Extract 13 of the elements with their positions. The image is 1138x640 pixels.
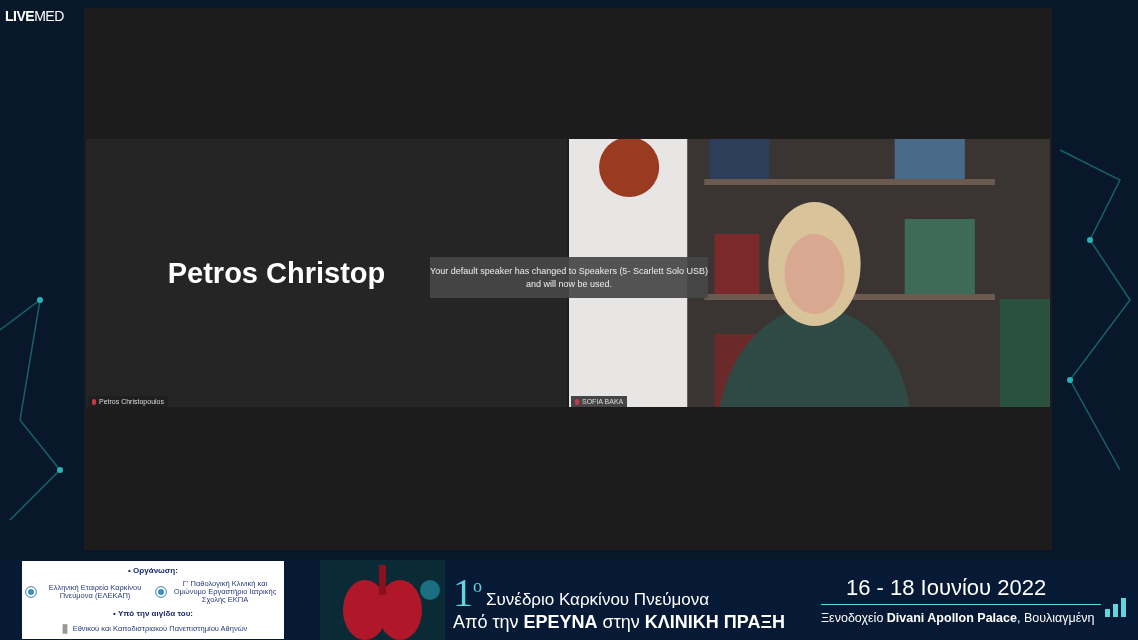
seal-icon <box>25 585 37 598</box>
edition-number: 1$^{ο}$ <box>453 569 482 613</box>
seal-icon <box>155 585 167 598</box>
conference-venue: Ξενοδοχείο Divani Apollon Palace, Βουλιαγμένη <box>821 611 1096 625</box>
auspices-heading: • Υπό την αιγίδα του: <box>113 608 193 618</box>
logo: LIVEMED <box>5 8 64 24</box>
conference-dates: 16 - 18 Ιουνίου 2022 <box>821 575 1101 605</box>
conference-title: Συνέδριο Καρκίνου Πνεύμονα <box>486 590 710 611</box>
participant-name: Petros Christop <box>167 256 386 290</box>
organization-heading: • Οργάνωση: <box>128 565 178 575</box>
notification: Your default speaker has changed to Speakers (5- Scarlett Solo USB) and will now be used. <box>430 257 708 299</box>
conference-subtitle: Από την ΕΡΕΥΝΑ στην ΚΛΙΝΙΚΗ ΠΡΑΞΗ <box>453 612 787 634</box>
bar-chart-icon <box>1105 597 1127 617</box>
